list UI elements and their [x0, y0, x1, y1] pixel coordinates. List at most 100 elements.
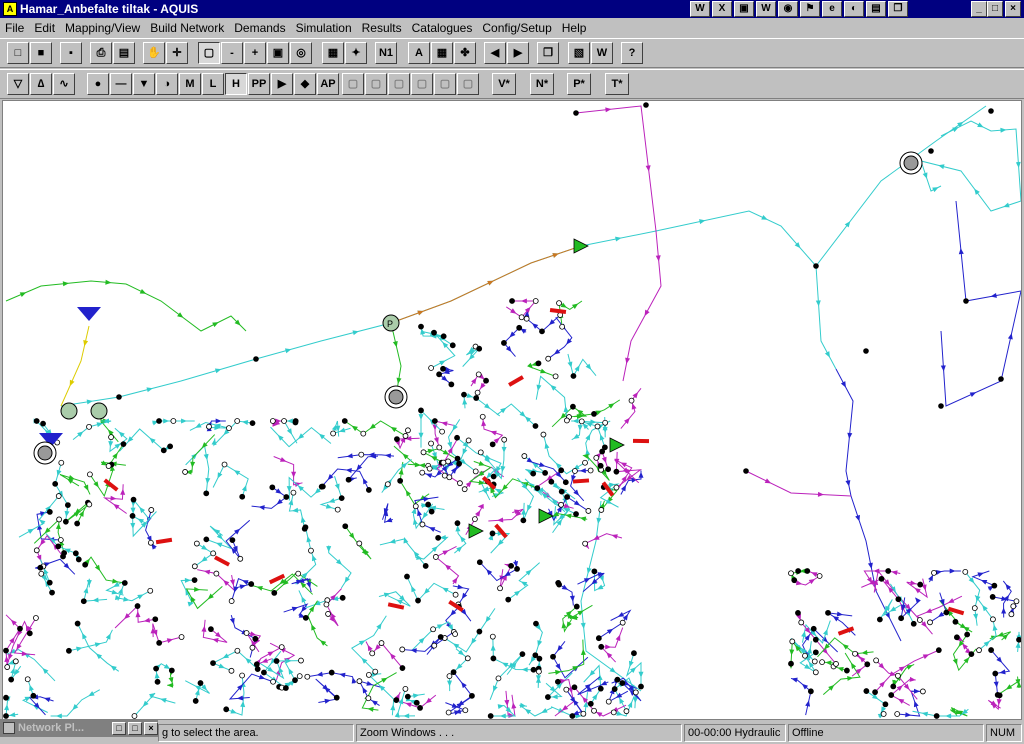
quicklaunch-icon-1[interactable]: X — [712, 1, 732, 17]
save-button[interactable]: ▪ — [60, 42, 82, 64]
zoom-window-button[interactable]: ▢ — [198, 42, 220, 64]
junction-node — [156, 418, 162, 424]
zoom-extents-button[interactable]: ▣ — [267, 42, 289, 64]
menu-file[interactable]: File — [0, 21, 29, 35]
junction-node — [508, 562, 515, 569]
disabled-tool-6[interactable]: ▢ — [457, 73, 479, 95]
menu-demands[interactable]: Demands — [229, 21, 290, 35]
menu-edit[interactable]: Edit — [29, 21, 60, 35]
t-star-button[interactable]: T* — [605, 73, 629, 95]
disabled-tool-1[interactable]: ▢ — [342, 73, 364, 95]
menu-config-setup[interactable]: Config/Setup — [477, 21, 556, 35]
meter-tool-button[interactable]: M — [179, 73, 201, 95]
node-id-button[interactable]: N1 — [375, 42, 397, 64]
pipe-segment — [600, 627, 624, 663]
junction-node — [46, 579, 53, 586]
p-star-button[interactable]: P* — [567, 73, 591, 95]
network-map-canvas[interactable]: P — [3, 101, 1021, 719]
quicklaunch-icon-2[interactable]: ▣ — [734, 1, 754, 17]
junction-node — [440, 333, 447, 340]
flow-arrow — [997, 631, 1004, 637]
play-tool-button[interactable]: ▶ — [271, 73, 293, 95]
pipe-segment — [347, 455, 379, 481]
select-area-button[interactable]: ▦ — [322, 42, 344, 64]
n-star-button[interactable]: N* — [530, 73, 554, 95]
close-button[interactable]: × — [1005, 1, 1021, 17]
curve-tool-button[interactable]: ∿ — [53, 73, 75, 95]
quicklaunch-icon-9[interactable]: ❐ — [888, 1, 908, 17]
new-button[interactable]: □ — [7, 42, 29, 64]
ap-tool-button[interactable]: AP — [317, 73, 339, 95]
minimize-button[interactable]: _ — [971, 1, 987, 17]
back-button[interactable]: ◀ — [484, 42, 506, 64]
move-button[interactable]: ✛ — [166, 42, 188, 64]
menu-mapping-view[interactable]: Mapping/View — [60, 21, 145, 35]
zoom-previous-button[interactable]: ◎ — [290, 42, 312, 64]
hydrant-tool-button[interactable]: H — [225, 73, 247, 95]
maximize-button[interactable]: □ — [987, 1, 1003, 17]
pipe-tool-button[interactable]: — — [110, 73, 132, 95]
open-button[interactable]: ■ — [30, 42, 52, 64]
flow-arrow — [218, 663, 226, 669]
menu-catalogues[interactable]: Catalogues — [407, 21, 478, 35]
quicklaunch-icon-8[interactable]: ▤ — [866, 1, 886, 17]
print-button[interactable]: ⎙ — [90, 42, 112, 64]
junction-node — [542, 470, 549, 476]
pp-tool-button[interactable]: PP — [248, 73, 270, 95]
disabled-tool-3[interactable]: ▢ — [388, 73, 410, 95]
pipe-segment — [463, 393, 501, 417]
select-tool-button[interactable]: ✦ — [345, 42, 367, 64]
quicklaunch-icon-0[interactable]: W — [690, 1, 710, 17]
filter-button[interactable]: ▽ — [7, 73, 29, 95]
pump-tool-button[interactable]: ∆ — [30, 73, 52, 95]
quicklaunch-icon-7[interactable]: ◐ — [844, 1, 864, 17]
menu-results[interactable]: Results — [357, 21, 407, 35]
menu-bar: File Edit Mapping/View Build Network Demands… — [0, 18, 1024, 38]
print-preview-button[interactable]: ▤ — [113, 42, 135, 64]
disabled-tool-5[interactable]: ▢ — [434, 73, 456, 95]
v-star-button[interactable]: V* — [492, 73, 516, 95]
disabled-tool-2[interactable]: ▢ — [365, 73, 387, 95]
reservoir-tool-button[interactable]: ▼ — [133, 73, 155, 95]
menu-help[interactable]: Help — [557, 21, 592, 35]
zoom-in-button[interactable]: + — [244, 42, 266, 64]
junction-node — [872, 689, 878, 696]
zoom-out-button[interactable]: - — [221, 42, 243, 64]
junction-node — [580, 710, 587, 717]
stop-tool-button[interactable]: ◆ — [294, 73, 316, 95]
junction-node — [365, 695, 372, 702]
node-tool-button[interactable]: ● — [87, 73, 109, 95]
quicklaunch-icon-6[interactable]: e — [822, 1, 842, 17]
quicklaunch-icon-3[interactable]: W — [756, 1, 776, 17]
app-icon[interactable]: A — [3, 2, 17, 16]
level-tool-button[interactable]: L — [202, 73, 224, 95]
junction-node — [591, 707, 597, 714]
map-layer-button[interactable]: ▧ — [568, 42, 590, 64]
word-export-button[interactable]: W — [591, 42, 613, 64]
table-button[interactable]: ▦ — [431, 42, 453, 64]
flow-arrow — [215, 418, 222, 424]
export-button[interactable]: ❐ — [537, 42, 559, 64]
junction-node — [147, 539, 154, 546]
menu-build-network[interactable]: Build Network — [145, 21, 229, 35]
flow-arrow — [872, 693, 879, 700]
status-bar: g to select the area. Zoom Windows . . .… — [0, 722, 1024, 744]
menu-simulation[interactable]: Simulation — [291, 21, 357, 35]
label-button[interactable]: A — [408, 42, 430, 64]
network-map[interactable]: P — [2, 100, 1022, 720]
flow-arrow — [326, 546, 332, 553]
junction-node — [530, 470, 537, 477]
help-lifebuoy-button[interactable]: ✤ — [454, 42, 476, 64]
forward-button[interactable]: ▶ — [507, 42, 529, 64]
junction-node — [156, 640, 163, 646]
valve-tool-button[interactable]: ◑ — [156, 73, 178, 95]
quicklaunch-icon-4[interactable]: ◉ — [778, 1, 798, 17]
pipe-segment — [212, 463, 249, 497]
quicklaunch-icon-5[interactable]: ⚑ — [800, 1, 820, 17]
flow-arrow — [214, 368, 222, 374]
pan-hand-button[interactable]: ✋ — [143, 42, 165, 64]
help-question-button[interactable]: ? — [621, 42, 643, 64]
flow-arrow — [217, 472, 223, 479]
disabled-tool-4[interactable]: ▢ — [411, 73, 433, 95]
junction-node — [464, 655, 471, 662]
